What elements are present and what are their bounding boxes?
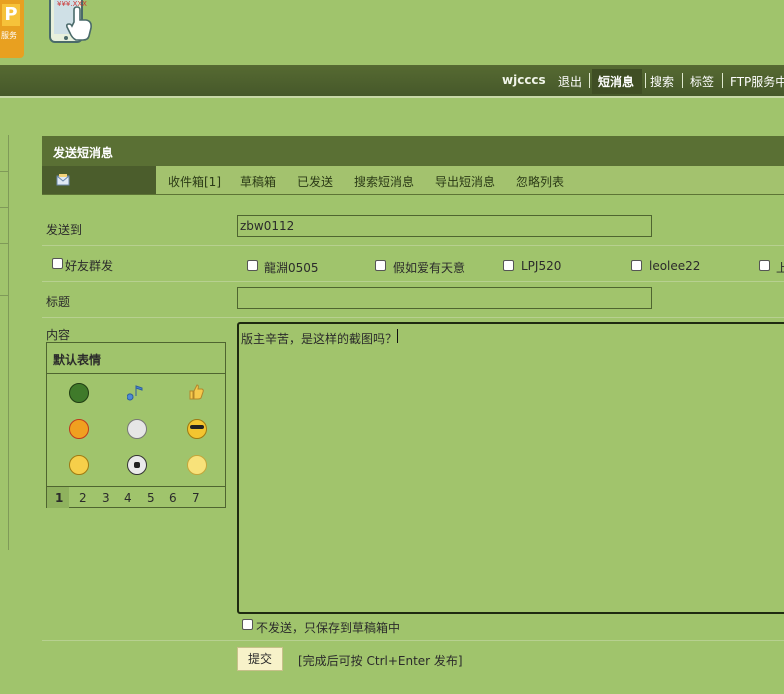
subject-input[interactable] [237,287,652,309]
smiley-header: 默认表情 [47,343,225,374]
sidebar-divider [0,295,8,296]
top-navbar: wjcccs 退出 短消息 搜索 标签 FTP服务中 [0,65,784,98]
smiley-page-6[interactable]: 6 [169,491,177,505]
phone-caption: ¥¥¥.XXX [57,0,87,8]
panel-header: 发送短消息 [42,136,784,166]
tab-drafts[interactable]: 草稿箱 [240,173,276,190]
tab-compose[interactable] [42,166,156,194]
friend-label: LPJ520 [521,259,562,273]
soccer-ball-icon[interactable] [127,455,147,475]
sidebar-divider [0,171,8,172]
sidebar-divider [0,243,8,244]
row-divider [42,640,784,641]
smiley-panel: 默认表情 1 2 3 4 5 6 7 [46,342,226,508]
nav-logout[interactable]: 退出 [558,73,582,90]
message-tabs: 收件箱[1] 草稿箱 已发送 搜索短消息 导出短消息 忽略列表 [42,166,784,195]
nav-tags[interactable]: 标签 [690,73,714,90]
tab-search-messages[interactable]: 搜索短消息 [354,173,414,190]
save-draft-label: 不发送，只保存到草稿箱中 [256,621,401,635]
nav-username[interactable]: wjcccs [502,73,546,87]
send-to-label: 发送到 [46,223,83,237]
tab-export-messages[interactable]: 导出短消息 [435,173,495,190]
nav-divider [722,73,723,88]
smiley-pagination: 1 2 3 4 5 6 7 [47,486,225,508]
content-text: 版主辛苦，是这样的截图吗？ [241,332,398,346]
friend-group-label: 好友群发 [65,259,114,273]
nav-search[interactable]: 搜索 [650,73,674,90]
friend-checkbox[interactable] [759,260,770,271]
tab-ignore-list[interactable]: 忽略列表 [516,173,564,190]
submit-button[interactable]: 提交 [237,647,283,671]
recipient-input[interactable] [237,215,652,237]
row-divider [42,317,784,318]
content-label: 内容 [46,328,71,342]
row-divider [42,281,784,282]
phone-tap-icon[interactable]: ¥¥¥.XXX [48,0,96,44]
smiley-page-7[interactable]: 7 [192,491,200,505]
skull-icon[interactable] [127,419,147,439]
panel-title: 发送短消息 [53,146,114,160]
smiley-title: 默认表情 [53,353,102,367]
smiley-page-3[interactable]: 3 [102,491,110,505]
friend-group-checkbox[interactable] [52,258,63,269]
smiley-page-4[interactable]: 4 [124,491,132,505]
tab-sent[interactable]: 已发送 [297,173,333,190]
shy-face-icon[interactable] [187,455,207,475]
subject-label: 标题 [46,295,71,309]
friend-label: 假如爱有天意 [393,261,466,275]
friend-label: 龍淵0505 [264,261,319,275]
sunglasses-face-icon[interactable] [187,419,207,439]
sidebar-divider [0,207,8,208]
nav-divider [645,73,646,88]
angry-face-icon[interactable] [69,419,89,439]
row-divider [42,245,784,246]
smirk-face-icon[interactable] [69,455,89,475]
friend-checkbox[interactable] [631,260,642,271]
tab-inbox[interactable]: 收件箱[1] [168,173,221,190]
friend-label: leolee22 [649,259,701,273]
friend-checkbox[interactable] [375,260,386,271]
turtle-icon[interactable] [69,383,89,403]
compose-mail-icon [56,174,70,186]
save-draft-checkbox[interactable] [242,619,253,630]
friend-label: 上 [776,261,784,275]
sidebar-edge [0,135,9,550]
logo-letter: P [2,4,20,26]
music-note-icon[interactable] [126,383,145,401]
text-caret [397,329,398,343]
nav-messages[interactable]: 短消息 [598,73,634,90]
smiley-page-1[interactable]: 1 [55,491,63,505]
smiley-page-2[interactable]: 2 [79,491,87,505]
thumbs-up-icon[interactable] [187,383,205,401]
logo-text: 服务 [1,31,17,40]
friend-checkbox[interactable] [503,260,514,271]
nav-ftp[interactable]: FTP服务中 [730,73,784,90]
nav-divider [682,73,683,88]
message-content-textarea[interactable]: 版主辛苦，是这样的截图吗？ [237,322,784,614]
submit-hint: [完成后可按 Ctrl+Enter 发布] [298,654,463,668]
site-logo[interactable]: P 服务 [0,0,24,58]
friend-checkbox[interactable] [247,260,258,271]
nav-divider [589,73,590,88]
smiley-page-5[interactable]: 5 [147,491,155,505]
